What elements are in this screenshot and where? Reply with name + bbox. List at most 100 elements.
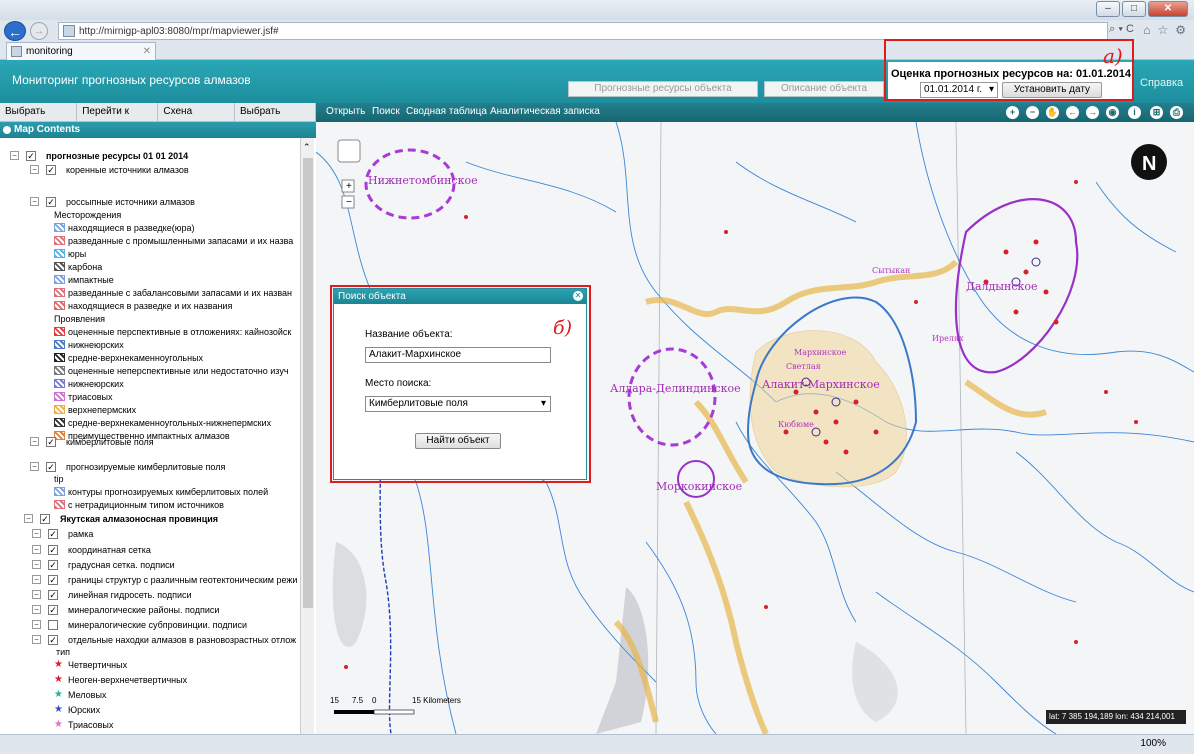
minimize-icon[interactable]: –	[1096, 1, 1120, 17]
layer-item-label: Проявления	[54, 314, 106, 324]
tab-object-resources[interactable]: Прогнозные ресурсы объекта	[568, 81, 758, 97]
layer-checkbox[interactable]: ✓	[46, 197, 56, 207]
back-extent-icon[interactable]: ←	[1066, 106, 1079, 119]
expand-toggle-icon[interactable]: −	[32, 545, 41, 554]
layer-item-label: разведанные с промышленными запасами и и…	[68, 236, 294, 246]
layer-checkbox[interactable]: ✓	[48, 560, 58, 570]
layer-item-label: Юрских	[68, 705, 101, 715]
legend-star-icon: ★	[54, 674, 63, 685]
forward-extent-icon[interactable]: →	[1086, 106, 1099, 119]
help-link[interactable]: Справка	[1140, 77, 1183, 89]
map-contents-header[interactable]: Map Contents	[0, 122, 316, 138]
annotation-label-a: а)	[1103, 44, 1123, 68]
scale-tick: 15 Kilometers	[412, 696, 461, 705]
zoom-in-icon[interactable]: +	[1006, 106, 1019, 119]
legend-swatch-icon	[54, 301, 65, 310]
layer-checkbox[interactable]: ✓	[26, 151, 36, 161]
home-icon[interactable]: ⌂	[1143, 23, 1150, 37]
pan-hand-icon[interactable]: ✋	[1046, 106, 1059, 119]
legend-swatch-icon	[54, 487, 65, 496]
expand-toggle-icon[interactable]: −	[32, 560, 41, 569]
legend-swatch-icon	[54, 418, 65, 427]
expand-toggle-icon[interactable]: −	[30, 197, 39, 206]
go-to-map-button[interactable]: Перейти к карте	[77, 103, 159, 135]
legend-star-icon: ★	[54, 704, 63, 715]
expand-toggle-icon[interactable]: −	[30, 165, 39, 174]
layer-item-label: находящиеся в разведке и их названия	[68, 301, 233, 311]
back-arrow-icon[interactable]: ←	[4, 21, 26, 41]
close-window-icon[interactable]: ✕	[1148, 1, 1188, 17]
legend-swatch-icon	[54, 262, 65, 271]
expand-toggle-icon[interactable]: −	[32, 605, 41, 614]
tab-title: monitoring	[26, 46, 73, 57]
layer-checkbox[interactable]: ✓	[48, 590, 58, 600]
layer-item-label: минералогические районы. подписи	[68, 605, 220, 615]
zoom-level[interactable]: 100%	[1140, 738, 1166, 749]
full-extent-icon[interactable]: ◉	[1106, 106, 1119, 119]
north-arrow-icon: N	[1142, 153, 1156, 175]
layer-checkbox[interactable]: ✓	[48, 635, 58, 645]
expand-toggle-icon[interactable]: −	[24, 514, 33, 523]
layer-item-label: кимберлитовые поля	[66, 437, 154, 447]
info-icon[interactable]: i	[1128, 106, 1141, 119]
select-region-button[interactable]: Выбрать район	[0, 103, 78, 135]
map-zoom-out-icon[interactable]: −	[346, 197, 352, 208]
expand-toggle-icon[interactable]: −	[30, 462, 39, 471]
map-label-alakit-markhinskoe: Алакит-Мархинское	[762, 378, 880, 391]
regions-scheme-button[interactable]: Схена районов	[158, 103, 235, 135]
scale-tick: 0	[372, 696, 377, 705]
expand-toggle-icon[interactable]: −	[30, 437, 39, 446]
expand-toggle-icon[interactable]: −	[32, 590, 41, 599]
open-menu[interactable]: Открыть	[326, 106, 365, 117]
browser-statusbar: 100%	[0, 734, 1194, 754]
summary-table-menu[interactable]: Сводная таблица	[406, 106, 487, 117]
layer-checkbox[interactable]: ✓	[46, 437, 56, 447]
collapse-icon[interactable]	[3, 126, 11, 134]
settings-gear-icon[interactable]: ⚙	[1175, 23, 1186, 37]
expand-toggle-icon[interactable]: −	[32, 620, 41, 629]
scroll-up-icon[interactable]: ⌃	[303, 142, 311, 153]
layer-item-label: с нетрадиционным типом источников	[68, 500, 224, 510]
annotation-label-b: б)	[553, 317, 573, 339]
measure-icon[interactable]: ⊞	[1150, 106, 1163, 119]
layer-item-label: оцененные перспективные в отложениях: ка…	[68, 327, 292, 337]
layer-checkbox[interactable]: ✓	[48, 605, 58, 615]
search-refresh-icons[interactable]: ⌕ ▾ C	[1109, 23, 1134, 36]
panel-scrollbar[interactable]: ⌃	[300, 138, 314, 734]
expand-toggle-icon[interactable]: −	[32, 529, 41, 538]
layer-item-label: импактные	[68, 275, 114, 285]
layer-checkbox[interactable]: ✓	[46, 462, 56, 472]
maximize-icon[interactable]: □	[1122, 1, 1146, 17]
expand-toggle-icon[interactable]: −	[32, 575, 41, 584]
map-small-label: Светлая	[786, 362, 821, 371]
select-object-button[interactable]: Выбрать объект	[235, 103, 316, 135]
expand-toggle-icon[interactable]: −	[32, 635, 41, 644]
layer-item-label: находящиеся в разведке(юра)	[68, 223, 195, 233]
scrollbar-thumb[interactable]	[303, 158, 313, 608]
browser-tab[interactable]: monitoring ✕	[6, 42, 156, 60]
favorites-star-icon[interactable]: ☆	[1157, 23, 1168, 37]
tab-object-description[interactable]: Описание объекта	[764, 81, 884, 97]
layer-checkbox[interactable]: ✓	[40, 514, 50, 524]
print-icon[interactable]: ⎙	[1170, 106, 1183, 119]
search-menu[interactable]: Поиск	[372, 106, 400, 117]
analytic-note-menu[interactable]: Аналитическая записка	[490, 106, 600, 117]
layer-checkbox[interactable]	[48, 620, 58, 630]
close-tab-icon[interactable]: ✕	[143, 46, 151, 57]
legend-swatch-icon	[54, 500, 65, 509]
tab-favicon-icon	[11, 46, 22, 57]
map-zoom-in-icon[interactable]: +	[346, 181, 352, 192]
layer-item-label: нижнеюрских	[68, 379, 124, 389]
layer-checkbox[interactable]: ✓	[46, 165, 56, 175]
legend-swatch-icon	[54, 405, 65, 414]
forward-arrow-icon[interactable]: →	[30, 22, 48, 40]
layer-item-label: линейная гидросеть. подписи	[68, 590, 192, 600]
zoom-out-icon[interactable]: −	[1026, 106, 1039, 119]
layer-checkbox[interactable]: ✓	[48, 575, 58, 585]
address-bar[interactable]: http://mirnigp-apl03:8080/mpr/mapviewer.…	[58, 22, 1108, 40]
expand-toggle-icon[interactable]: −	[10, 151, 19, 160]
legend-swatch-icon	[54, 392, 65, 401]
layer-item-label: верхнепермских	[68, 405, 137, 415]
layer-checkbox[interactable]: ✓	[48, 545, 58, 555]
layer-checkbox[interactable]: ✓	[48, 529, 58, 539]
